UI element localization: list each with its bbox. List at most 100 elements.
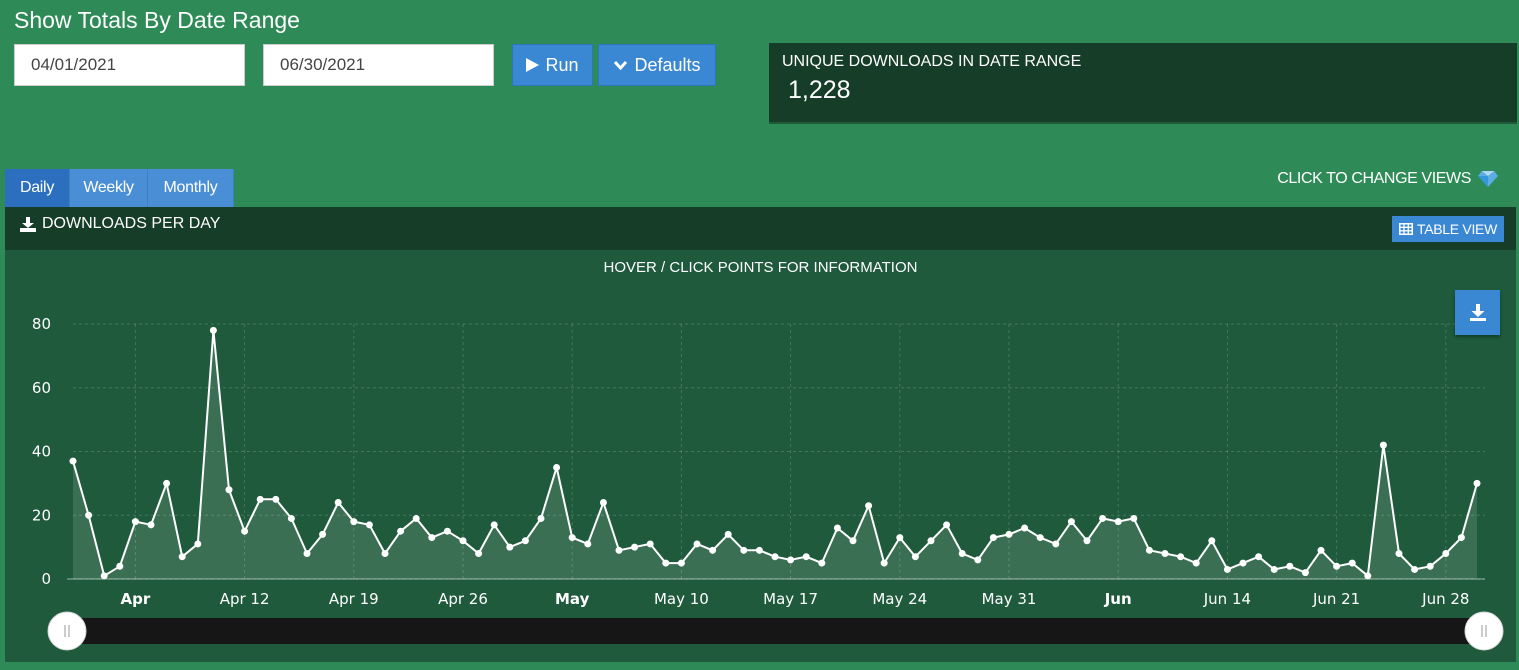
data-point[interactable] bbox=[1395, 550, 1403, 557]
defaults-button[interactable]: Defaults bbox=[598, 44, 716, 86]
data-point[interactable] bbox=[116, 562, 124, 570]
data-point[interactable] bbox=[1333, 562, 1341, 570]
data-point[interactable] bbox=[677, 559, 685, 567]
data-point[interactable] bbox=[693, 540, 701, 548]
start-date-input[interactable] bbox=[14, 44, 245, 86]
data-point[interactable] bbox=[1473, 479, 1481, 487]
data-point[interactable] bbox=[974, 556, 982, 564]
data-point[interactable] bbox=[475, 550, 483, 557]
data-point[interactable] bbox=[1021, 524, 1029, 532]
data-point[interactable] bbox=[178, 553, 186, 561]
data-point[interactable] bbox=[615, 546, 623, 554]
data-point[interactable] bbox=[241, 527, 249, 535]
data-point[interactable] bbox=[1270, 565, 1278, 573]
data-point[interactable] bbox=[849, 537, 857, 545]
data-point[interactable] bbox=[1426, 562, 1434, 570]
data-point[interactable] bbox=[272, 495, 280, 503]
data-point[interactable] bbox=[1114, 518, 1122, 526]
data-point[interactable] bbox=[1208, 537, 1216, 545]
data-point[interactable] bbox=[943, 521, 951, 529]
data-point[interactable] bbox=[1457, 534, 1465, 542]
data-point[interactable] bbox=[147, 521, 155, 529]
data-point[interactable] bbox=[1301, 569, 1309, 577]
data-point[interactable] bbox=[365, 521, 373, 529]
data-point[interactable] bbox=[490, 521, 498, 529]
data-point[interactable] bbox=[927, 537, 935, 545]
tab-monthly[interactable]: Monthly bbox=[148, 169, 234, 207]
data-point[interactable] bbox=[584, 540, 592, 548]
data-point[interactable] bbox=[911, 553, 919, 561]
data-point[interactable] bbox=[506, 543, 514, 551]
data-point[interactable] bbox=[1177, 553, 1185, 561]
data-point[interactable] bbox=[209, 326, 217, 334]
range-slider-track[interactable] bbox=[66, 618, 1484, 644]
data-point[interactable] bbox=[1239, 559, 1247, 567]
data-point[interactable] bbox=[771, 553, 779, 561]
data-point[interactable] bbox=[1255, 553, 1263, 561]
data-point[interactable] bbox=[709, 546, 717, 554]
data-point[interactable] bbox=[631, 543, 639, 551]
data-point[interactable] bbox=[256, 495, 264, 503]
data-point[interactable] bbox=[1192, 559, 1200, 567]
tab-daily[interactable]: Daily bbox=[5, 169, 70, 207]
data-point[interactable] bbox=[1348, 559, 1356, 567]
data-point[interactable] bbox=[958, 550, 966, 557]
data-point[interactable] bbox=[662, 559, 670, 567]
change-views-hint[interactable]: CLICK TO CHANGE VIEWS bbox=[1277, 170, 1499, 188]
data-point[interactable] bbox=[724, 530, 732, 538]
data-point[interactable] bbox=[1130, 514, 1138, 522]
range-slider-handle[interactable] bbox=[47, 611, 87, 651]
data-point[interactable] bbox=[802, 553, 810, 561]
data-point[interactable] bbox=[350, 518, 358, 526]
data-point[interactable] bbox=[443, 527, 451, 535]
data-point[interactable] bbox=[755, 546, 763, 554]
data-point[interactable] bbox=[1036, 534, 1044, 542]
data-point[interactable] bbox=[334, 499, 342, 506]
data-point[interactable] bbox=[1442, 550, 1450, 557]
data-point[interactable] bbox=[1379, 441, 1387, 449]
data-point[interactable] bbox=[1067, 518, 1075, 526]
data-point[interactable] bbox=[194, 540, 202, 548]
range-slider[interactable] bbox=[47, 611, 1504, 651]
data-point[interactable] bbox=[412, 514, 420, 522]
data-point[interactable] bbox=[163, 479, 171, 487]
data-point[interactable] bbox=[599, 499, 607, 506]
data-point[interactable] bbox=[1223, 565, 1231, 573]
data-point[interactable] bbox=[225, 486, 233, 494]
data-point[interactable] bbox=[1005, 530, 1013, 538]
data-point[interactable] bbox=[818, 559, 826, 567]
data-point[interactable] bbox=[303, 550, 311, 557]
data-point[interactable] bbox=[1286, 562, 1294, 570]
data-point[interactable] bbox=[69, 457, 77, 465]
data-point[interactable] bbox=[131, 518, 139, 526]
data-point[interactable] bbox=[1145, 546, 1153, 554]
tab-weekly[interactable]: Weekly bbox=[70, 169, 148, 207]
data-point[interactable] bbox=[1083, 537, 1091, 545]
data-point[interactable] bbox=[85, 511, 93, 519]
data-point[interactable] bbox=[553, 463, 561, 471]
data-point[interactable] bbox=[740, 546, 748, 554]
export-button[interactable] bbox=[1455, 290, 1500, 335]
run-button[interactable]: Run bbox=[512, 44, 593, 86]
data-point[interactable] bbox=[1364, 572, 1372, 580]
data-point[interactable] bbox=[646, 540, 654, 548]
data-point[interactable] bbox=[1317, 546, 1325, 554]
range-slider-handle[interactable] bbox=[1464, 611, 1504, 651]
table-view-button[interactable]: TABLE VIEW bbox=[1392, 216, 1504, 242]
data-point[interactable] bbox=[1161, 550, 1169, 557]
data-point[interactable] bbox=[833, 524, 841, 532]
data-point[interactable] bbox=[1411, 565, 1419, 573]
data-point[interactable] bbox=[381, 550, 389, 557]
data-point[interactable] bbox=[100, 572, 108, 580]
data-point[interactable] bbox=[428, 534, 436, 542]
data-point[interactable] bbox=[1052, 540, 1060, 548]
end-date-input[interactable] bbox=[263, 44, 494, 86]
data-point[interactable] bbox=[521, 537, 529, 545]
data-point[interactable] bbox=[865, 502, 873, 510]
data-point[interactable] bbox=[568, 534, 576, 542]
data-point[interactable] bbox=[896, 534, 904, 542]
data-point[interactable] bbox=[397, 527, 405, 535]
data-point[interactable] bbox=[1099, 514, 1107, 522]
data-point[interactable] bbox=[537, 514, 545, 522]
data-point[interactable] bbox=[459, 537, 467, 545]
